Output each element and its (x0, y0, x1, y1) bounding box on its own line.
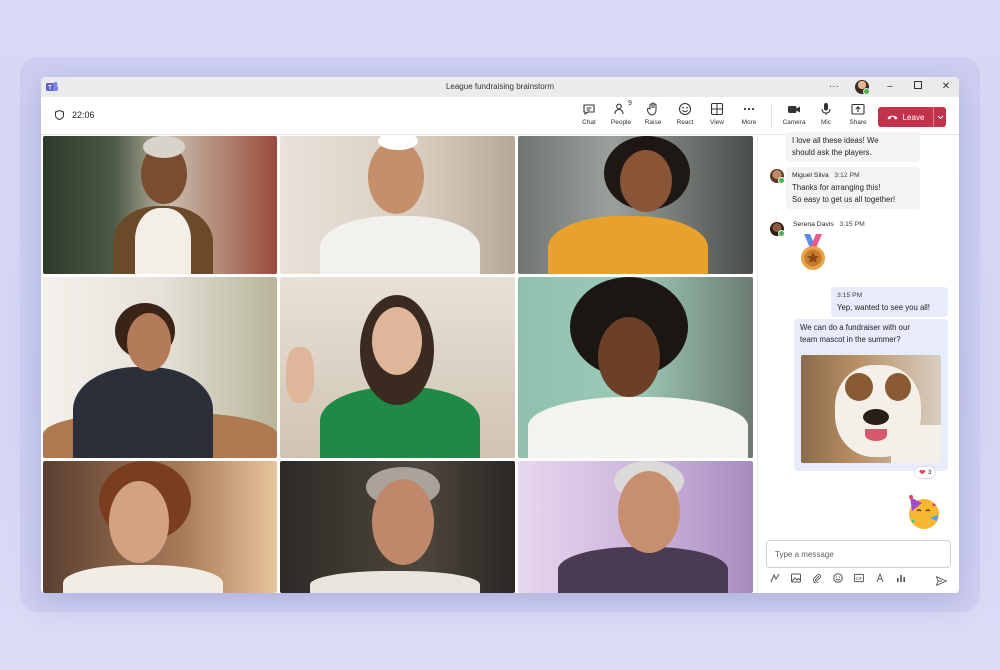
minimize-icon[interactable]: – (883, 79, 897, 95)
more-icon (743, 107, 755, 111)
more-button[interactable]: More (733, 101, 765, 131)
meeting-toolbar: 22:06 Chat 9 People Raise React View Mor… (41, 97, 959, 135)
message-author: Serena Davis (793, 221, 834, 228)
emoji-icon[interactable] (833, 573, 843, 583)
image-icon[interactable] (791, 573, 801, 583)
react-button[interactable]: React (669, 101, 701, 131)
heart-icon: ❤ (919, 468, 926, 477)
chat-icon (583, 104, 595, 115)
svg-text:GIF: GIF (856, 576, 863, 581)
avatar (770, 169, 785, 184)
view-button[interactable]: View (701, 101, 733, 131)
message-author: Miguel Silva (792, 172, 829, 179)
title-bar: T League fundraising brainstorm ··· – ✕ (41, 77, 959, 97)
maximize-icon[interactable] (911, 79, 925, 95)
message-time: 3:15 PM (837, 292, 863, 299)
chat-message-sent[interactable]: 3:15 PM Yep, wanted to see you all! (831, 287, 948, 317)
share-button[interactable]: Share (842, 101, 874, 131)
reaction-badge[interactable]: ❤ 3 (914, 466, 937, 479)
camera-icon (788, 106, 800, 113)
participant-tile[interactable] (280, 461, 515, 593)
chat-button[interactable]: Chat (573, 101, 605, 131)
message-input[interactable]: Type a message (766, 540, 951, 568)
leave-label: Leave (902, 112, 925, 122)
gif-icon[interactable]: GIF (854, 573, 864, 583)
toolbar-divider (771, 104, 772, 128)
leave-options-button[interactable] (933, 107, 946, 127)
user-avatar[interactable] (855, 80, 870, 95)
mic-button[interactable]: Mic (810, 101, 842, 131)
send-button[interactable] (935, 573, 948, 591)
participant-tile[interactable] (43, 461, 277, 593)
leave-control: Leave (878, 107, 946, 127)
more-icon[interactable]: ··· (827, 79, 841, 95)
attach-icon[interactable] (812, 573, 822, 583)
close-icon[interactable]: ✕ (939, 79, 953, 95)
grid-icon (710, 102, 724, 116)
shield-icon (55, 110, 64, 120)
chevron-down-icon (937, 115, 943, 119)
participant-tile[interactable] (518, 136, 753, 274)
send-icon (935, 575, 948, 587)
chat-panel: I love all these ideas! We should ask th… (757, 132, 959, 593)
participant-tile[interactable] (518, 277, 753, 458)
mic-icon (821, 103, 831, 115)
chat-message-sent[interactable]: We can do a fundraiser with our team mas… (794, 319, 948, 471)
chat-message[interactable]: I love all these ideas! We should ask th… (786, 132, 920, 162)
medal-sticker[interactable] (796, 234, 830, 272)
timer-text: 22:06 (72, 110, 95, 120)
people-count-badge: 9 (628, 100, 632, 107)
message-time: 3:12 PM (834, 172, 860, 179)
raise-hand-button[interactable]: Raise (637, 101, 669, 131)
phone-hangup-icon (887, 115, 898, 120)
people-button[interactable]: 9 People (605, 100, 637, 131)
participant-tile[interactable] (280, 277, 515, 458)
bulldog-photo[interactable] (801, 355, 941, 463)
participant-tile[interactable] (518, 461, 753, 593)
people-icon (614, 103, 624, 115)
participant-tile[interactable] (280, 136, 515, 274)
teams-window: T League fundraising brainstorm ··· – ✕ … (41, 77, 959, 593)
camera-button[interactable]: Camera (778, 101, 810, 131)
party-face-emoji[interactable] (904, 493, 942, 531)
leave-button[interactable]: Leave (878, 107, 933, 127)
reaction-count: 3 (927, 469, 932, 476)
window-title: League fundraising brainstorm (445, 82, 555, 91)
share-icon (851, 103, 865, 115)
format-icon[interactable] (770, 573, 780, 583)
chat-message[interactable]: Miguel Silva 3:12 PM Thanks for arrangin… (786, 167, 920, 209)
participant-tile[interactable] (43, 136, 277, 274)
message-time: 3:15 PM (839, 221, 865, 228)
compose-toolbar: GIF (770, 573, 906, 583)
hand-icon (647, 102, 657, 116)
participant-tile[interactable] (43, 277, 277, 458)
smile-icon (678, 102, 692, 116)
message-header: Serena Davis 3:15 PM (793, 221, 865, 228)
loop-icon[interactable] (875, 573, 885, 583)
poll-icon[interactable] (896, 573, 906, 583)
video-grid (43, 136, 753, 593)
avatar (770, 222, 785, 237)
meeting-timer: 22:06 (55, 110, 95, 120)
